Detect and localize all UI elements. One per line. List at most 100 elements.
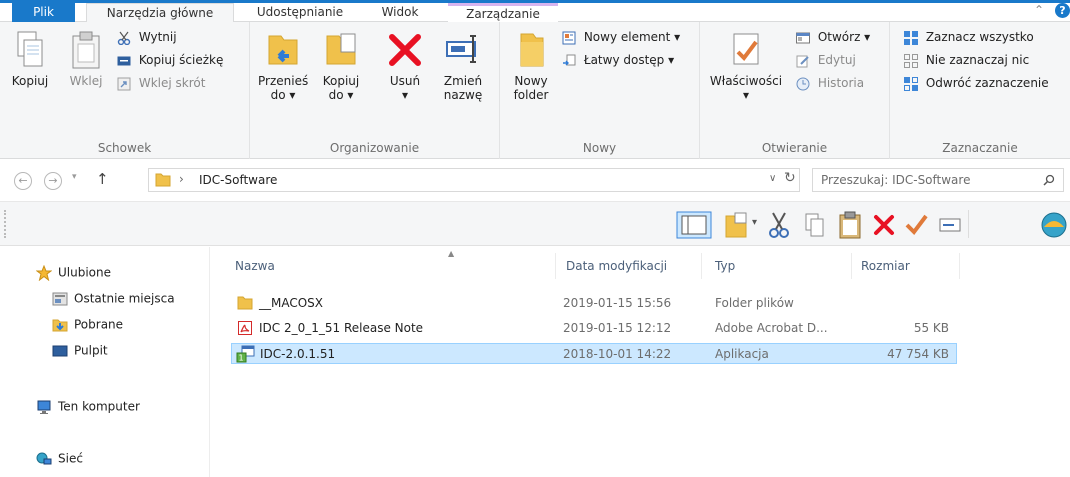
toolbar-dropdown-icon[interactable]: ▾ (752, 217, 757, 228)
file-type: Adobe Acrobat D... (715, 321, 828, 335)
properties-toolbar-icon[interactable] (904, 211, 928, 239)
file-modified: 2018-10-01 14:22 (563, 347, 672, 361)
properties-button[interactable]: Właściwości ▾ (706, 30, 786, 102)
new-folder-button[interactable]: Nowy folder (508, 30, 554, 102)
column-separator[interactable] (555, 253, 556, 279)
easy-access-button[interactable]: Łatwy dostęp ▾ (562, 51, 674, 71)
help-icon[interactable]: ? (1055, 3, 1070, 18)
nav-network[interactable]: Sieć (36, 451, 83, 467)
nav-recent-places[interactable]: Ostatnie miejsca (52, 291, 175, 307)
folder-options-icon[interactable] (724, 211, 750, 239)
cut-button[interactable]: Wytnij (117, 28, 177, 48)
recent-places-icon (52, 292, 68, 306)
file-row[interactable]: __MACOSX 2019-01-15 15:56 Folder plików (231, 293, 957, 314)
tab-manage[interactable]: Zarządzanie (448, 3, 558, 22)
path-segment[interactable]: IDC-Software (199, 173, 277, 187)
star-icon (36, 265, 52, 281)
copy-toolbar-icon[interactable] (804, 211, 826, 239)
forward-button[interactable]: → (44, 172, 62, 190)
edit-button[interactable]: Edytuj (796, 51, 856, 71)
rename-icon (446, 35, 476, 63)
move-to-icon (268, 35, 298, 65)
path-separator[interactable]: › (179, 172, 184, 186)
refresh-icon[interactable]: ↻ (784, 170, 796, 186)
edit-label: Edytuj (817, 53, 856, 67)
invert-selection-label: Odwróć zaznaczenie (925, 76, 1049, 90)
nav-favorites[interactable]: Ulubione (36, 265, 111, 281)
column-header-name[interactable]: Nazwa (235, 259, 275, 273)
paste-icon (72, 31, 100, 69)
history-icon (796, 77, 810, 90)
recent-locations-icon[interactable]: ▾ (72, 172, 77, 182)
select-none-button[interactable]: Nie zaznaczaj nic (904, 51, 1029, 71)
open-button[interactable]: Otwórz ▾ (796, 28, 870, 48)
open-label: Otwórz ▾ (817, 30, 871, 44)
column-header-size[interactable]: Rozmiar (861, 259, 910, 273)
easy-access-label: Łatwy dostęp ▾ (583, 53, 675, 67)
select-none-label: Nie zaznaczaj nic (925, 53, 1030, 67)
paste-button[interactable]: Wklej (66, 30, 106, 88)
nav-downloads[interactable]: Pobrane (52, 317, 123, 333)
copy-path-button[interactable]: Kopiuj ścieżkę (117, 51, 223, 71)
copy-to-button[interactable]: Kopiuj do ▾ (316, 30, 366, 102)
delete-toolbar-icon[interactable] (872, 211, 896, 239)
shell-icon[interactable] (1040, 211, 1068, 239)
folder-icon (237, 296, 253, 310)
ribbon-tab-bar: Plik Narzędzia główne Udostępnianie Wido… (0, 0, 1070, 23)
scissors-icon (117, 31, 131, 45)
ribbon: Kopiuj Wklej Wytnij Kopiuj ścieżkę Wklej… (0, 22, 1070, 159)
group-label-open: Otwieranie (761, 141, 828, 155)
file-type: Aplikacja (715, 347, 769, 361)
paste-toolbar-icon[interactable] (838, 211, 862, 239)
nav-this-pc[interactable]: Ten komputer (36, 399, 140, 415)
collapse-ribbon-icon[interactable]: ⌃ (1034, 3, 1044, 17)
history-button[interactable]: Historia (796, 74, 864, 94)
delete-button[interactable]: Usuń ▾ (382, 30, 428, 102)
up-arrow-icon[interactable]: ↑ (96, 170, 109, 188)
column-separator[interactable] (701, 253, 702, 279)
move-to-label-2: do ▾ (270, 88, 296, 102)
file-row-selected[interactable]: 1 IDC-2.0.1.51 2018-10-01 14:22 Aplikacj… (231, 343, 957, 364)
nav-desktop[interactable]: Pulpit (52, 343, 108, 359)
address-dropdown-icon[interactable]: ∨ (769, 173, 776, 184)
invert-selection-icon (904, 76, 918, 91)
tab-view[interactable]: Widok (370, 3, 430, 23)
computer-icon (37, 400, 51, 414)
search-icon[interactable] (1043, 174, 1055, 186)
tab-file[interactable]: Plik (12, 0, 75, 22)
select-all-button[interactable]: Zaznacz wszystko (904, 28, 1034, 48)
rename-toolbar-icon[interactable] (938, 211, 962, 239)
paste-shortcut-label: Wklej skrót (138, 76, 206, 90)
new-item-icon (562, 31, 576, 44)
back-button[interactable]: ← (14, 172, 32, 190)
copy-path-label: Kopiuj ścieżkę (138, 53, 224, 67)
search-input[interactable]: Przeszukaj: IDC-Software (812, 168, 1064, 192)
column-separator[interactable] (851, 253, 852, 279)
move-to-label-1: Przenieś (258, 74, 309, 88)
group-clipboard: Kopiuj Wklej Wytnij Kopiuj ścieżkę Wklej… (0, 22, 250, 159)
move-to-button[interactable]: Przenieś do ▾ (258, 30, 308, 102)
invert-selection-button[interactable]: Odwróć zaznaczenie (904, 74, 1049, 94)
rename-button[interactable]: Zmień nazwę (438, 30, 488, 102)
file-size: 55 KB (913, 321, 949, 335)
tab-home[interactable]: Narzędzia główne (86, 3, 234, 23)
column-separator[interactable] (959, 253, 960, 279)
new-folder-label-1: Nowy (514, 74, 548, 88)
sort-ascending-icon: ▲ (448, 249, 455, 258)
select-all-icon (904, 30, 918, 45)
tab-share[interactable]: Udostępnianie (245, 3, 355, 23)
properties-label: Właściwości (709, 74, 783, 88)
group-new: Nowy folder Nowy element ▾ Łatwy dostęp … (500, 22, 700, 159)
column-header-type[interactable]: Typ (715, 259, 735, 273)
address-box[interactable]: › IDC-Software ∨ ↻ (148, 168, 800, 192)
group-label-new: Nowy (582, 141, 617, 155)
paste-shortcut-button[interactable]: Wklej skrót (117, 74, 205, 94)
cut-toolbar-icon[interactable] (768, 211, 790, 239)
group-label-organize: Organizowanie (329, 141, 420, 155)
file-row[interactable]: IDC 2_0_1_51 Release Note 2019-01-15 12:… (231, 318, 957, 339)
column-header-modified[interactable]: Data modyfikacji (566, 259, 667, 273)
file-type: Folder plików (715, 296, 794, 310)
new-item-button[interactable]: Nowy element ▾ (562, 28, 680, 48)
copy-button[interactable]: Kopiuj (10, 30, 50, 88)
preview-pane-icon[interactable] (676, 211, 712, 239)
